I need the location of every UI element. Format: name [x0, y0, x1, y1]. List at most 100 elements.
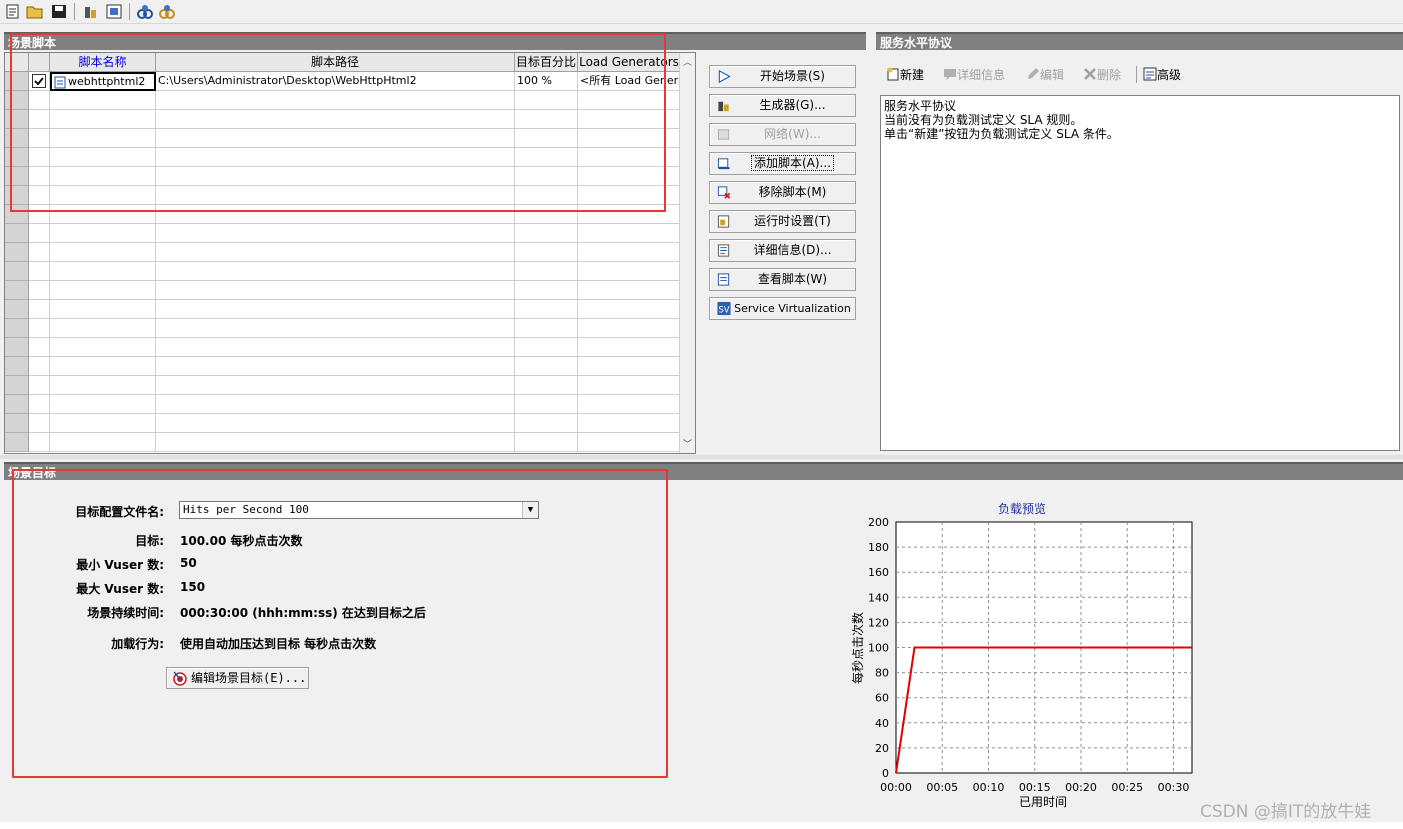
side-button-5[interactable]: 运行时设置(T): [709, 210, 856, 233]
sla-delete-button[interactable]: 删除: [1083, 66, 1121, 84]
empty-cell[interactable]: [515, 357, 578, 376]
empty-cell[interactable]: [156, 433, 515, 452]
empty-cell[interactable]: [29, 433, 50, 452]
empty-cell[interactable]: [50, 262, 156, 281]
row-header[interactable]: [5, 414, 29, 433]
empty-cell[interactable]: [515, 281, 578, 300]
empty-cell[interactable]: [29, 300, 50, 319]
empty-cell[interactable]: [156, 243, 515, 262]
empty-cell[interactable]: [515, 414, 578, 433]
horizontal-splitter[interactable]: [0, 455, 1403, 459]
row-header[interactable]: [5, 224, 29, 243]
empty-cell[interactable]: [156, 319, 515, 338]
scroll-up-icon[interactable]: ︿: [682, 55, 693, 69]
row-header[interactable]: [5, 357, 29, 376]
empty-cell[interactable]: [50, 319, 156, 338]
empty-cell[interactable]: [50, 357, 156, 376]
empty-cell[interactable]: [156, 262, 515, 281]
empty-cell[interactable]: [50, 395, 156, 414]
highlight-box-goal: [12, 469, 668, 778]
row-header[interactable]: [5, 433, 29, 452]
save-icon[interactable]: [50, 3, 68, 20]
side-button-3[interactable]: 添加脚本(A)...: [709, 152, 856, 175]
row-header[interactable]: [5, 338, 29, 357]
empty-cell[interactable]: [50, 414, 156, 433]
empty-cell[interactable]: [578, 338, 681, 357]
empty-cell[interactable]: [578, 395, 681, 414]
analysis-icon[interactable]: [136, 3, 154, 20]
chart-y-tick-label: 80: [875, 667, 889, 680]
empty-cell[interactable]: [29, 338, 50, 357]
empty-cell[interactable]: [50, 300, 156, 319]
empty-cell[interactable]: [515, 262, 578, 281]
empty-cell[interactable]: [515, 376, 578, 395]
empty-cell[interactable]: [156, 338, 515, 357]
new-scenario-icon[interactable]: [4, 3, 22, 20]
side-button-6[interactable]: 详细信息(D)...: [709, 239, 856, 262]
empty-cell[interactable]: [29, 262, 50, 281]
empty-cell[interactable]: [156, 414, 515, 433]
side-button-8[interactable]: SV Service Virtualization: [709, 297, 856, 320]
empty-cell[interactable]: [515, 300, 578, 319]
side-button-2[interactable]: 网络(W)...: [709, 123, 856, 146]
grid-vertical-scrollbar[interactable]: ︿ ﹀: [679, 53, 695, 453]
empty-cell[interactable]: [578, 281, 681, 300]
side-button-0[interactable]: 开始场景(S): [709, 65, 856, 88]
tune-icon[interactable]: [158, 3, 176, 20]
row-header[interactable]: [5, 262, 29, 281]
open-icon[interactable]: [26, 3, 44, 20]
empty-cell[interactable]: [29, 224, 50, 243]
row-header[interactable]: [5, 243, 29, 262]
empty-cell[interactable]: [515, 433, 578, 452]
row-header[interactable]: [5, 281, 29, 300]
row-header[interactable]: [5, 319, 29, 338]
empty-cell[interactable]: [156, 357, 515, 376]
empty-cell[interactable]: [578, 433, 681, 452]
empty-cell[interactable]: [515, 338, 578, 357]
empty-cell[interactable]: [578, 414, 681, 433]
sla-details-button[interactable]: 详细信息: [943, 66, 1005, 84]
empty-cell[interactable]: [578, 376, 681, 395]
sla-advanced-button[interactable]: 高级: [1143, 66, 1181, 84]
scroll-down-icon[interactable]: ﹀: [682, 437, 693, 451]
side-button-7[interactable]: 查看脚本(W): [709, 268, 856, 291]
empty-cell[interactable]: [29, 357, 50, 376]
vusers-icon[interactable]: [105, 3, 123, 20]
empty-cell[interactable]: [578, 357, 681, 376]
empty-cell[interactable]: [156, 224, 515, 243]
empty-cell[interactable]: [515, 319, 578, 338]
empty-cell[interactable]: [29, 395, 50, 414]
empty-cell[interactable]: [50, 338, 156, 357]
empty-cell[interactable]: [515, 395, 578, 414]
empty-cell[interactable]: [515, 224, 578, 243]
empty-cell[interactable]: [515, 243, 578, 262]
empty-cell[interactable]: [578, 224, 681, 243]
sla-edit-button[interactable]: 编辑: [1026, 66, 1064, 84]
chart-title: 负载预览: [998, 501, 1046, 516]
empty-cell[interactable]: [156, 300, 515, 319]
empty-cell[interactable]: [50, 243, 156, 262]
empty-cell[interactable]: [29, 414, 50, 433]
side-button-1[interactable]: 生成器(G)...: [709, 94, 856, 117]
empty-cell[interactable]: [50, 281, 156, 300]
sla-new-button[interactable]: 新建: [886, 66, 924, 84]
row-header[interactable]: [5, 300, 29, 319]
empty-cell[interactable]: [29, 281, 50, 300]
row-header[interactable]: [5, 376, 29, 395]
empty-cell[interactable]: [156, 281, 515, 300]
empty-cell[interactable]: [578, 243, 681, 262]
empty-cell[interactable]: [50, 224, 156, 243]
empty-cell[interactable]: [29, 319, 50, 338]
row-header[interactable]: [5, 395, 29, 414]
side-button-4[interactable]: 移除脚本(M): [709, 181, 856, 204]
empty-cell[interactable]: [29, 376, 50, 395]
empty-cell[interactable]: [29, 243, 50, 262]
empty-cell[interactable]: [156, 395, 515, 414]
empty-cell[interactable]: [50, 433, 156, 452]
generators-icon[interactable]: [82, 3, 100, 20]
empty-cell[interactable]: [578, 300, 681, 319]
empty-cell[interactable]: [578, 319, 681, 338]
empty-cell[interactable]: [50, 376, 156, 395]
empty-cell[interactable]: [156, 376, 515, 395]
empty-cell[interactable]: [578, 262, 681, 281]
